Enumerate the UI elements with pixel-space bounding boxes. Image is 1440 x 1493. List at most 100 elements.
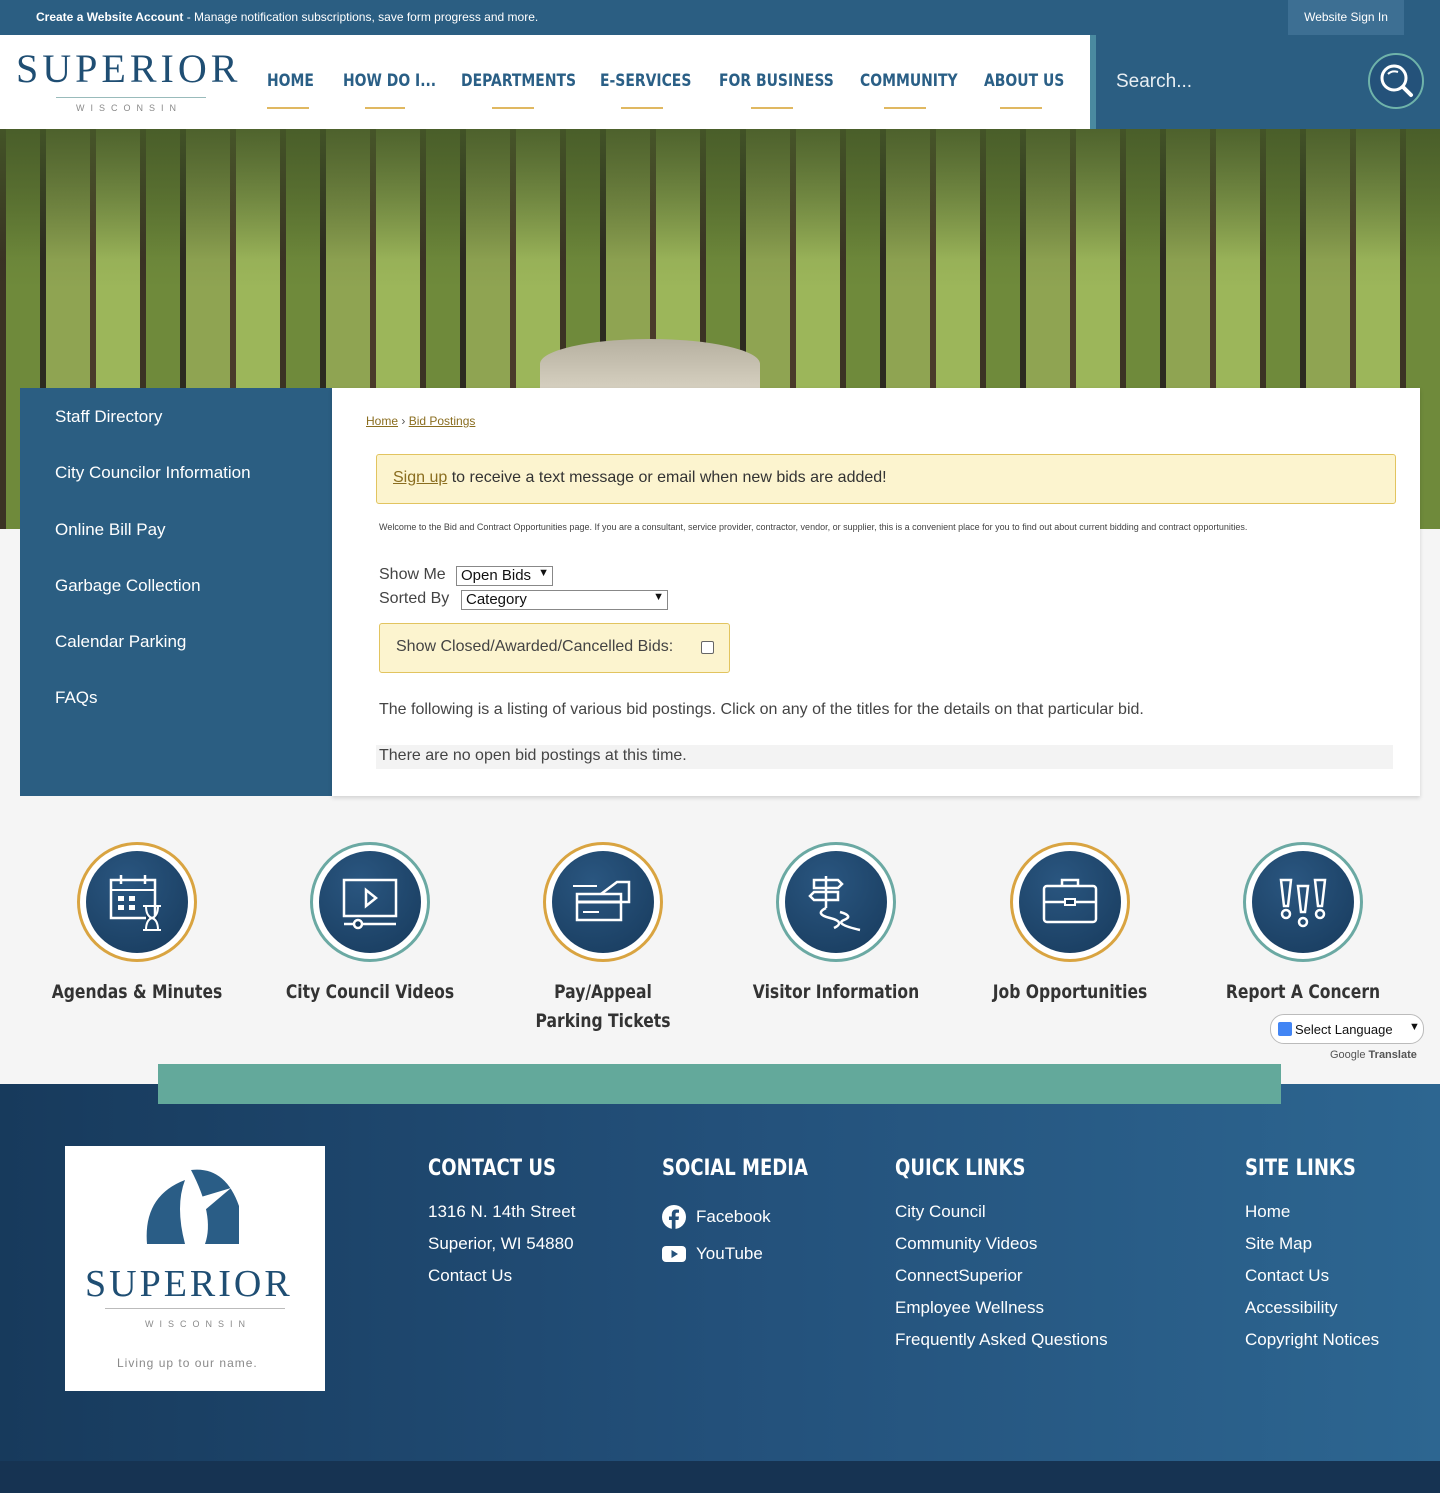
logo-wordmark: SUPERIOR	[16, 46, 242, 91]
website-sign-in-button[interactable]: Website Sign In	[1288, 0, 1404, 35]
footer-link-site-map[interactable]: Site Map	[1245, 1234, 1312, 1254]
quick-link-circle	[1019, 851, 1121, 953]
google-label: Google	[1330, 1049, 1366, 1061]
youtube-icon	[662, 1246, 686, 1262]
sorted-by-select[interactable]: Category ▼	[461, 590, 668, 610]
facebook-label: Facebook	[696, 1207, 771, 1226]
quick-link-label: Visitor Information	[752, 981, 920, 1003]
footer-accent-bar	[158, 1064, 1281, 1104]
quick-links-heading: QUICK LINKS	[895, 1156, 1026, 1181]
nav-departments[interactable]: DEPARTMENTS	[461, 71, 576, 91]
top-bar: Create a Website Account - Manage notifi…	[0, 0, 1440, 35]
listing-description: The following is a listing of various bi…	[379, 701, 1144, 718]
select-language-dropdown[interactable]: Select Language ▼	[1270, 1014, 1424, 1044]
search-button[interactable]	[1368, 53, 1424, 109]
briefcase-icon	[1042, 878, 1098, 924]
nav-community[interactable]: COMMUNITY	[860, 71, 958, 91]
no-bids-message: There are no open bid postings at this t…	[376, 745, 1393, 769]
search-input[interactable]	[1116, 62, 1346, 102]
footer-link-city-council[interactable]: City Council	[895, 1202, 986, 1222]
footer-logo-wordmark: SUPERIOR	[85, 1263, 293, 1305]
youtube-link[interactable]: YouTube	[662, 1244, 763, 1264]
sidebar-item-staff-directory[interactable]: Staff Directory	[55, 407, 162, 427]
chevron-down-icon: ▼	[653, 591, 664, 603]
chevron-down-icon: ▼	[538, 567, 549, 579]
site-logo[interactable]: SUPERIOR WISCONSIN	[16, 45, 242, 113]
hero-forest-path	[540, 339, 760, 389]
contact-us-heading: CONTACT US	[428, 1156, 557, 1181]
search-icon	[1380, 64, 1413, 97]
nav-departments-underline	[492, 107, 534, 109]
create-account-message[interactable]: Create a Website Account - Manage notifi…	[36, 10, 538, 24]
powered-by-google-translate[interactable]: Google Translate	[1330, 1049, 1417, 1061]
footer-contact-us-link[interactable]: Contact Us	[428, 1266, 512, 1286]
facebook-link[interactable]: Facebook	[662, 1205, 771, 1229]
show-closed-bids-checkbox[interactable]	[701, 641, 714, 654]
footer-link-community-videos[interactable]: Community Videos	[895, 1234, 1037, 1254]
nav-for-business-underline	[751, 107, 793, 109]
sidebar-item-faqs[interactable]: FAQs	[55, 688, 98, 708]
quick-link-agendas-minutes[interactable]: Agendas & Minutes	[17, 842, 257, 1007]
sign-up-link[interactable]: Sign up	[393, 469, 447, 486]
quick-link-report-a-concern[interactable]: Report A Concern	[1183, 842, 1423, 1007]
nav-how-do-i[interactable]: HOW DO I...	[343, 71, 436, 91]
nav-about-us[interactable]: ABOUT US	[984, 71, 1064, 91]
facebook-icon	[662, 1205, 686, 1229]
quick-link-ring	[310, 842, 430, 962]
footer-link-home[interactable]: Home	[1245, 1202, 1290, 1222]
quick-link-ring	[776, 842, 896, 962]
sidebar-item-city-councilor-information[interactable]: City Councilor Information	[55, 463, 251, 483]
breadcrumb-bid-postings[interactable]: Bid Postings	[409, 414, 476, 428]
nav-community-underline	[884, 107, 926, 109]
show-me-select[interactable]: Open Bids ▼	[456, 566, 553, 586]
payment-card-icon	[573, 880, 631, 922]
nav-for-business[interactable]: FOR BUSINESS	[719, 71, 834, 91]
quick-link-label: Report A Concern	[1225, 981, 1381, 1003]
footer-logo[interactable]: SUPERIOR WISCONSIN Living up to our name…	[65, 1146, 325, 1391]
footer-logo-subtitle: WISCONSIN	[145, 1319, 252, 1329]
nav-e-services[interactable]: E-SERVICES	[600, 71, 691, 91]
quick-link-label: Agendas & Minutes	[51, 981, 223, 1003]
breadcrumb-home[interactable]: Home	[366, 414, 398, 428]
nav-home[interactable]: HOME	[267, 71, 314, 91]
footer-link-accessibility[interactable]: Accessibility	[1245, 1298, 1338, 1318]
site-header: SUPERIOR WISCONSIN HOME HOW DO I... DEPA…	[0, 35, 1090, 129]
footer-link-copyright-notices[interactable]: Copyright Notices	[1245, 1330, 1379, 1350]
select-language-label: Select Language	[1295, 1022, 1393, 1037]
quick-link-ring	[1010, 842, 1130, 962]
quick-link-visitor-information[interactable]: Visitor Information	[716, 842, 956, 1007]
site-links-heading: SITE LINKS	[1245, 1156, 1356, 1181]
sail-logo-icon	[146, 1169, 239, 1244]
sidebar-item-garbage-collection[interactable]: Garbage Collection	[55, 576, 201, 596]
quick-link-ring	[543, 842, 663, 962]
youtube-label: YouTube	[696, 1244, 763, 1263]
quick-link-city-council-videos[interactable]: City Council Videos	[250, 842, 490, 1007]
breadcrumb: Home › Bid Postings	[366, 414, 475, 428]
exclamation-icon	[1279, 878, 1327, 928]
show-closed-bids-box: Show Closed/Awarded/Cancelled Bids:	[379, 623, 730, 673]
footer-link-contact-us[interactable]: Contact Us	[1245, 1266, 1329, 1286]
footer-link-faq[interactable]: Frequently Asked Questions	[895, 1330, 1108, 1350]
footer-logo-tagline: Living up to our name.	[117, 1356, 258, 1370]
logo-divider	[56, 97, 206, 98]
main-content: Home › Bid Postings Sign up to receive a…	[332, 388, 1420, 796]
signpost-icon	[808, 876, 861, 932]
quick-link-circle	[552, 851, 654, 953]
sidebar-item-calendar-parking[interactable]: Calendar Parking	[55, 632, 186, 652]
sorted-by-label: Sorted By	[379, 590, 450, 607]
video-player-icon	[342, 878, 398, 930]
chevron-down-icon: ▼	[1409, 1021, 1420, 1033]
quick-link-ring	[77, 842, 197, 962]
quick-link-pay-appeal-parking-tickets[interactable]: Pay/Appeal Parking Tickets	[483, 842, 723, 1036]
create-account-link[interactable]: Create a Website Account	[36, 10, 183, 24]
footer-bottom-bar	[0, 1461, 1440, 1493]
nav-how-do-i-underline	[365, 107, 405, 109]
create-account-description: - Manage notification subscriptions, sav…	[183, 10, 539, 24]
nav-home-underline	[267, 107, 309, 109]
sidebar-item-online-bill-pay[interactable]: Online Bill Pay	[55, 520, 166, 540]
quick-link-job-opportunities[interactable]: Job Opportunities	[950, 842, 1190, 1007]
footer-link-employee-wellness[interactable]: Employee Wellness	[895, 1298, 1044, 1318]
quick-link-circle	[86, 851, 188, 953]
footer-link-connectsuperior[interactable]: ConnectSuperior	[895, 1266, 1023, 1286]
search-bar	[1090, 35, 1440, 129]
